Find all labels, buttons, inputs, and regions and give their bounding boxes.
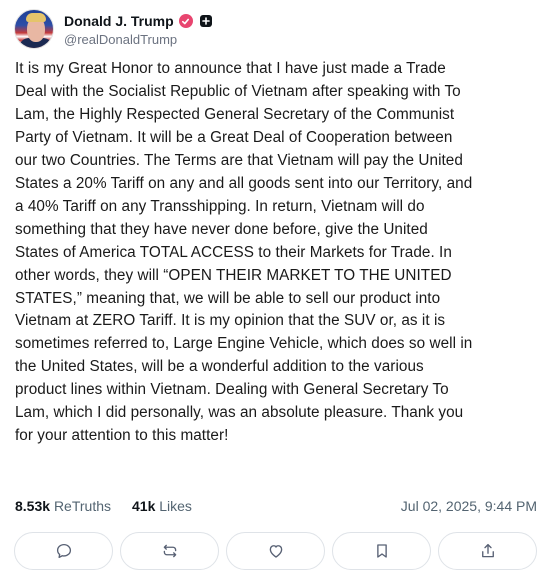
verified-badge-icon [178,14,193,28]
truth-post: Donald J. Trump @realDonaldTrump It is m… [0,0,546,587]
post-body-line: the United States, will be a wonderful a… [15,358,424,376]
post-stats: 8.53k ReTruths 41k Likes Jul 02, 2025, 9… [15,498,537,518]
likes-stat[interactable]: 41k Likes [132,498,192,514]
retruth-button[interactable] [120,532,219,570]
truth-plus-icon [199,15,212,27]
post-body-line: Vietnam at ZERO Tariff. It is my opinion… [15,312,446,330]
post-body-line: Lam, which I did personally, was an abso… [15,404,464,422]
post-body-line: sometimes referred to, Large Engine Vehi… [15,335,473,353]
post-body-line: our two Countries. The Terms are that Vi… [15,151,463,169]
post-body-line: States a 20% Tariff on any and all goods… [15,174,473,192]
avatar[interactable] [14,9,54,49]
post-body-line: Lam, the Highly Respected General Secret… [15,105,455,123]
post-body-line: other words, they will “OPEN THEIR MARKE… [15,266,452,284]
post-timestamp[interactable]: Jul 02, 2025, 9:44 PM [401,498,537,514]
likes-label: Likes [159,498,192,514]
post-body-line: STATES,” meaning that, we will be able t… [15,289,441,307]
post-body-line: something that they have never done befo… [15,220,428,238]
likes-count: 41k [132,498,156,514]
display-name[interactable]: Donald J. Trump [64,13,174,29]
post-body-line: product lines within Vietnam. Dealing wi… [15,381,449,399]
post-body-line: It is my Great Honor to announce that I … [15,60,446,77]
name-row: Donald J. Trump [64,11,212,31]
bookmark-icon [376,544,387,558]
retruths-stat[interactable]: 8.53k ReTruths [15,498,111,514]
post-body-line: for your attention to this matter! [15,427,229,445]
post-body-line: States of America TOTAL ACCESS to their … [15,243,452,261]
share-button[interactable] [438,532,537,570]
reply-button[interactable] [14,532,113,570]
repost-icon [163,544,176,558]
share-icon [481,543,494,558]
heart-icon [269,545,282,558]
comment-icon [56,543,71,559]
retruths-label: ReTruths [53,498,111,514]
retruths-count: 8.53k [15,498,51,514]
post-body-line: a 40% Tariff on any Transshipping. In re… [15,197,425,215]
post-actions [14,532,537,570]
post-header: Donald J. Trump @realDonaldTrump [14,9,534,51]
post-body-line: Deal with the Socialist Republic of Viet… [15,82,461,100]
avatar-hair [26,13,46,22]
post-body: It is my Great Honor to announce that I … [15,58,535,448]
post-body-line: Party of Vietnam. It will be a Great Dea… [15,128,453,146]
user-handle[interactable]: @realDonaldTrump [64,32,177,47]
bookmark-button[interactable] [332,532,431,570]
like-button[interactable] [226,532,325,570]
